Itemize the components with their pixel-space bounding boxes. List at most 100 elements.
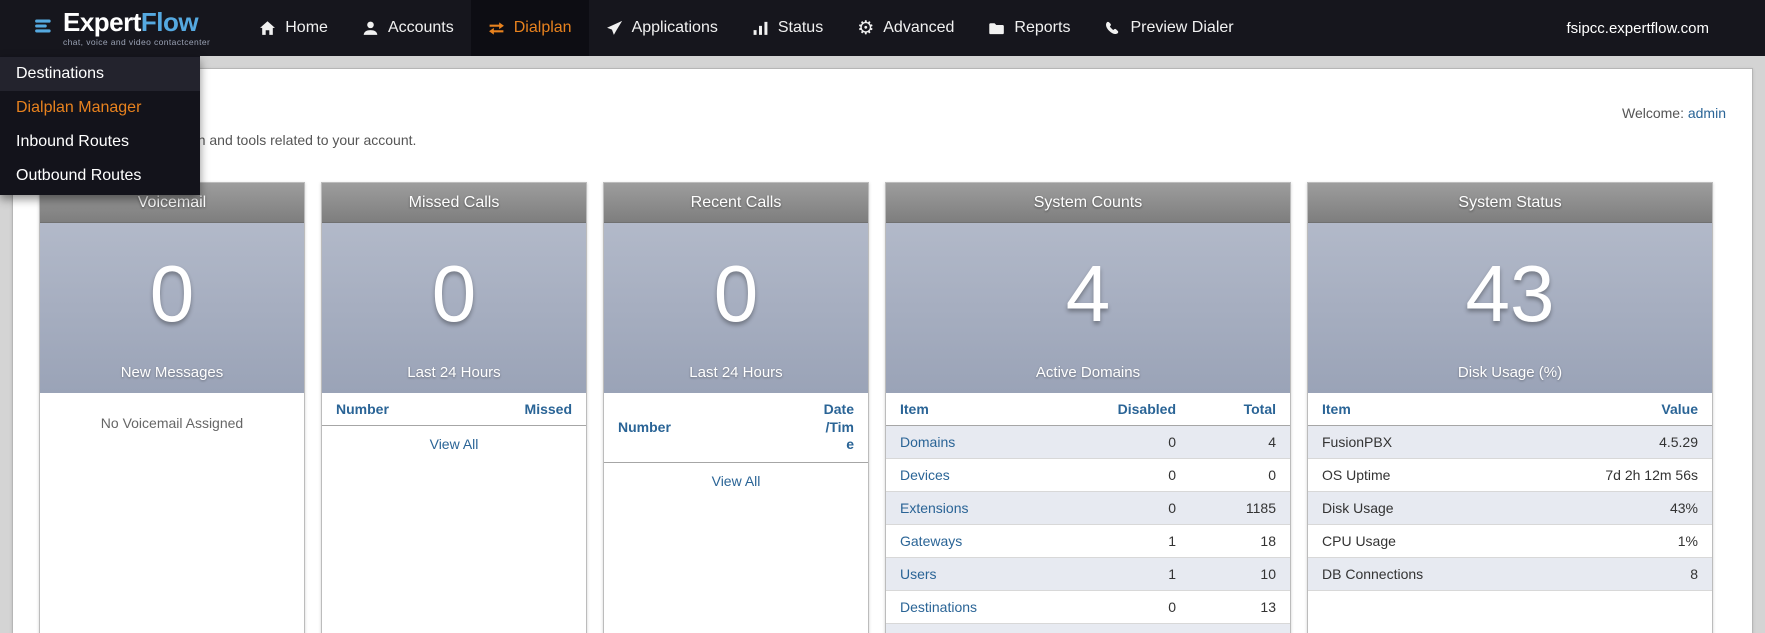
column-header-number: Number bbox=[604, 393, 822, 463]
logo[interactable]: ExpertFlow chat, voice and video contact… bbox=[0, 0, 210, 56]
system-counts-count-label: Active Domains bbox=[1035, 364, 1141, 381]
table-row: CC Queues 0 12 bbox=[886, 623, 1290, 633]
welcome-user-link[interactable]: admin bbox=[1688, 105, 1726, 121]
table-row: Domains 0 4 bbox=[886, 425, 1290, 459]
voicemail-count-area: 0 New Messages bbox=[40, 223, 304, 393]
dropdown-item-destinations[interactable]: Destinations bbox=[0, 57, 200, 91]
fusionpbx-value: 4.5.29 bbox=[1562, 425, 1712, 459]
table-row: Users 1 10 bbox=[886, 557, 1290, 591]
missed-calls-view-all-link[interactable]: View All bbox=[322, 426, 586, 460]
welcome-label: Welcome: bbox=[1621, 105, 1684, 121]
column-header-datetime: Date/Time bbox=[822, 393, 868, 463]
nav-item-label: Preview Dialer bbox=[1130, 19, 1234, 36]
dropdown-item-inbound-routes[interactable]: Inbound Routes bbox=[0, 125, 200, 159]
destinations-disabled: 0 bbox=[1100, 590, 1190, 624]
devices-link[interactable]: Devices bbox=[900, 467, 950, 483]
recent-calls-count-label: Last 24 Hours bbox=[689, 364, 783, 381]
extensions-disabled: 0 bbox=[1100, 491, 1190, 525]
user-icon bbox=[362, 20, 379, 37]
top-navbar: ExpertFlow chat, voice and video contact… bbox=[0, 0, 1765, 195]
logo-tagline: chat, voice and video contactcenter bbox=[63, 37, 211, 48]
table-row: Destinations 0 13 bbox=[886, 590, 1290, 624]
page-header: Dashboard Quickly access information and… bbox=[39, 69, 1726, 148]
cpu-usage-value: 1% bbox=[1562, 524, 1712, 558]
shuffle-arrows-icon bbox=[488, 20, 505, 37]
server-domain: fsipcc.expertflow.com bbox=[1566, 19, 1709, 37]
disk-usage-value: 43% bbox=[1562, 491, 1712, 525]
system-counts-panel: System Counts 4 Active Domains Item Disa… bbox=[885, 182, 1291, 633]
os-uptime-label: OS Uptime bbox=[1308, 458, 1562, 492]
cc-queues-total: 12 bbox=[1190, 623, 1290, 633]
nav-item-applications[interactable]: Applications bbox=[589, 0, 735, 56]
table-row: FusionPBX 4.5.29 bbox=[1308, 425, 1712, 459]
column-header-item: Item bbox=[886, 393, 1100, 426]
recent-calls-count-area: 0 Last 24 Hours bbox=[604, 223, 868, 393]
panel-title: Missed Calls bbox=[322, 183, 586, 223]
db-connections-label: DB Connections bbox=[1308, 557, 1562, 591]
system-status-count-area: 43 Disk Usage (%) bbox=[1308, 223, 1712, 393]
system-counts-count: 4 bbox=[1065, 248, 1111, 338]
nav-item-home[interactable]: Home bbox=[242, 0, 345, 56]
users-link[interactable]: Users bbox=[900, 566, 937, 582]
nav-item-label: Accounts bbox=[387, 19, 454, 36]
table-row: DB Connections 8 bbox=[1308, 557, 1712, 591]
system-counts-count-area: 4 Active Domains bbox=[886, 223, 1290, 393]
column-header-total: Total bbox=[1190, 393, 1290, 426]
nav-item-label: Dialplan bbox=[513, 19, 572, 36]
recent-calls-view-all-link[interactable]: View All bbox=[604, 463, 868, 497]
table-row: CPU Usage 1% bbox=[1308, 524, 1712, 558]
bars-icon bbox=[34, 16, 54, 41]
cc-queues-disabled: 0 bbox=[1100, 623, 1190, 633]
recent-calls-panel: Recent Calls 0 Last 24 Hours Number Date… bbox=[603, 182, 869, 633]
domains-link[interactable]: Domains bbox=[900, 434, 955, 450]
column-header-value: Value bbox=[1562, 393, 1712, 426]
nav-item-dialplan[interactable]: Dialplan bbox=[470, 0, 589, 56]
system-counts-table: Item Disabled Total Domains 0 4 Devices … bbox=[886, 393, 1290, 633]
nav-item-label: Status bbox=[777, 19, 824, 36]
panel-title: System Status bbox=[1308, 183, 1712, 223]
system-status-count: 43 bbox=[1465, 248, 1555, 338]
voicemail-count: 0 bbox=[149, 248, 195, 338]
voicemail-empty-message: No Voicemail Assigned bbox=[100, 415, 244, 431]
nav-item-label: Advanced bbox=[883, 19, 955, 36]
nav-item-label: Home bbox=[285, 19, 328, 36]
nav-item-reports[interactable]: Reports bbox=[971, 0, 1087, 56]
disk-usage-label: Disk Usage bbox=[1308, 491, 1562, 525]
missed-calls-table: Number Missed bbox=[322, 393, 586, 426]
nav-item-accounts[interactable]: Accounts bbox=[345, 0, 471, 56]
main-nav: Home Accounts Dialplan Destinations Dial… bbox=[0, 0, 1250, 195]
gateways-total: 18 bbox=[1190, 524, 1290, 558]
table-row: Gateways 1 18 bbox=[886, 524, 1290, 558]
home-icon bbox=[259, 20, 276, 37]
users-disabled: 1 bbox=[1100, 557, 1190, 591]
nav-item-label: Applications bbox=[631, 19, 718, 36]
devices-total: 0 bbox=[1190, 458, 1290, 492]
extensions-total: 1185 bbox=[1190, 491, 1290, 525]
table-row: Devices 0 0 bbox=[886, 458, 1290, 492]
missed-calls-count-label: Last 24 Hours bbox=[407, 364, 501, 381]
folder-icon bbox=[988, 20, 1005, 37]
nav-item-preview-dialer[interactable]: Preview Dialer bbox=[1087, 0, 1250, 56]
voicemail-count-label: New Messages bbox=[120, 364, 224, 381]
gateways-link[interactable]: Gateways bbox=[900, 533, 962, 549]
system-status-panel: System Status 43 Disk Usage (%) Item Val… bbox=[1307, 182, 1713, 633]
devices-disabled: 0 bbox=[1100, 458, 1190, 492]
logo-part1: Expert bbox=[63, 7, 141, 38]
extensions-link[interactable]: Extensions bbox=[900, 500, 968, 516]
logo-part2: Flow bbox=[140, 7, 199, 38]
voicemail-panel: Voicemail 0 New Messages No Voicemail As… bbox=[39, 182, 305, 633]
destinations-link[interactable]: Destinations bbox=[900, 599, 977, 615]
fusionpbx-label: FusionPBX bbox=[1308, 425, 1562, 459]
system-status-count-label: Disk Usage (%) bbox=[1457, 364, 1563, 381]
gateways-disabled: 1 bbox=[1100, 524, 1190, 558]
nav-item-advanced[interactable]: ⚙ Advanced bbox=[840, 0, 971, 56]
content-card: Dashboard Quickly access information and… bbox=[12, 68, 1753, 633]
dropdown-item-outbound-routes[interactable]: Outbound Routes bbox=[0, 159, 200, 193]
welcome-text: Welcome: admin bbox=[1622, 99, 1726, 148]
panel-title: Recent Calls bbox=[604, 183, 868, 223]
missed-calls-count-area: 0 Last 24 Hours bbox=[322, 223, 586, 393]
nav-item-status[interactable]: Status bbox=[735, 0, 840, 56]
logo-text: ExpertFlow chat, voice and video contact… bbox=[63, 9, 210, 47]
dropdown-item-dialplan-manager[interactable]: Dialplan Manager bbox=[0, 91, 200, 125]
table-row: Extensions 0 1185 bbox=[886, 491, 1290, 525]
